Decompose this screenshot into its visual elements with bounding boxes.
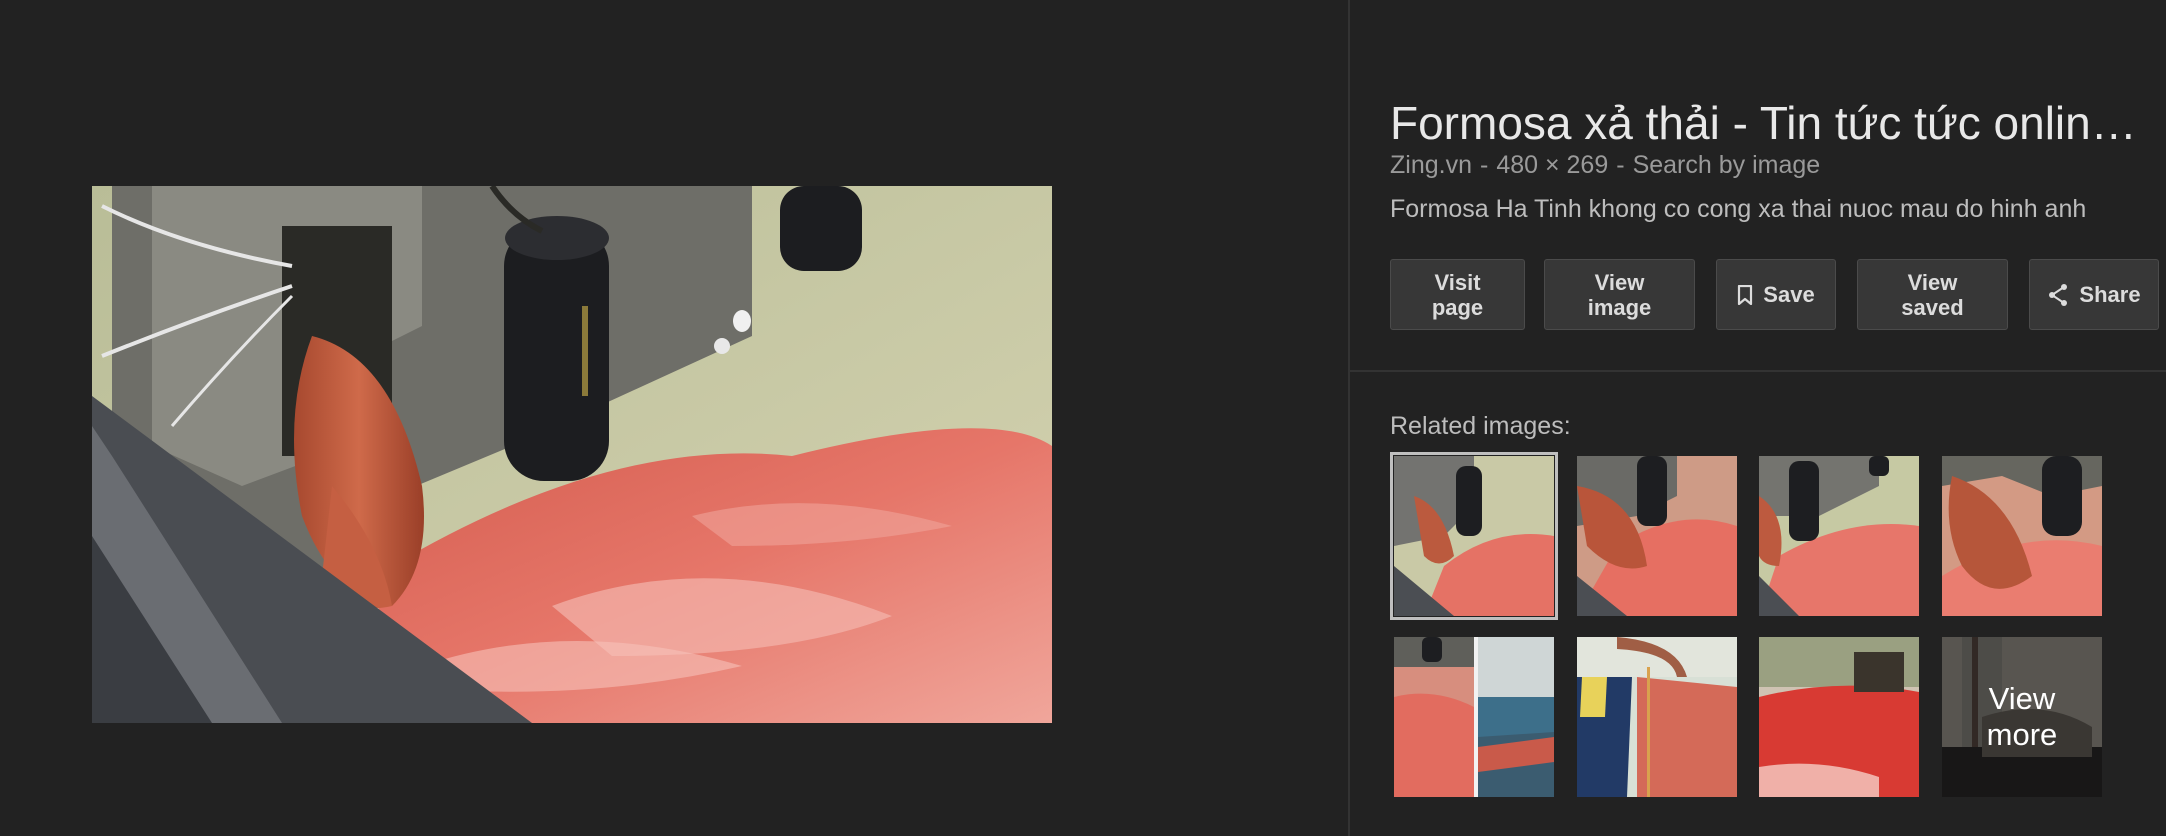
view-more-tile[interactable]: View more <box>1942 637 2102 797</box>
image-meta: Zing.vn -480 × 269- Search by image <box>1390 151 1820 181</box>
share-label: Share <box>2079 282 2141 307</box>
related-thumbnail[interactable] <box>1577 637 1737 797</box>
details-pane: Formosa xả thải - Tin tức tức online ...… <box>1350 0 2166 836</box>
preview-image[interactable] <box>92 186 1052 723</box>
red-discharge-photo <box>92 186 1052 723</box>
image-dimensions: 480 × 269 <box>1496 151 1609 179</box>
view-saved-label-2: saved <box>1901 294 1964 320</box>
thumbnail-image <box>1759 637 1919 797</box>
thumbnail-image <box>1394 456 1554 616</box>
view-saved-button[interactable]: View saved <box>1857 259 2008 330</box>
source-link[interactable]: Zing.vn <box>1390 151 1472 179</box>
view-more-label-2: more <box>1986 717 2058 752</box>
view-image-label-2: image <box>1587 294 1652 320</box>
view-image-button[interactable]: View image <box>1544 259 1695 330</box>
thumbnail-image <box>1759 456 1919 616</box>
visit-page-label-2: page <box>1431 294 1484 320</box>
preview-pane <box>0 0 1348 836</box>
related-thumbnail[interactable] <box>1394 637 1554 797</box>
related-thumbnail[interactable] <box>1942 456 2102 616</box>
view-more-label: View more <box>1942 637 2102 797</box>
related-thumbnail[interactable] <box>1759 637 1919 797</box>
related-thumbnail[interactable] <box>1759 456 1919 616</box>
thumbnail-image <box>1577 456 1737 616</box>
share-button[interactable]: Share <box>2029 259 2159 330</box>
save-button[interactable]: Save <box>1716 259 1836 330</box>
thumbnail-image <box>1394 637 1554 797</box>
meta-separator: - <box>1616 151 1625 179</box>
view-more-label-1: View <box>1988 681 2056 716</box>
image-title[interactable]: Formosa xả thải - Tin tức tức online ... <box>1390 96 2150 150</box>
section-divider <box>1350 370 2166 372</box>
visit-page-button[interactable]: Visit page <box>1390 259 1525 330</box>
save-label: Save <box>1763 282 1815 307</box>
search-by-image-link[interactable]: Search by image <box>1633 151 1821 179</box>
view-saved-label-1: View <box>1907 269 1958 295</box>
related-thumbnail-selected[interactable] <box>1390 452 1558 620</box>
thumbnail-image <box>1577 637 1737 797</box>
image-viewer: Formosa xả thải - Tin tức tức online ...… <box>0 0 2166 836</box>
visit-page-label-1: Visit <box>1434 269 1481 295</box>
meta-separator: - <box>1479 151 1489 179</box>
share-icon <box>2047 283 2069 307</box>
related-images-heading: Related images: <box>1390 412 1571 440</box>
view-image-label-1: View <box>1594 269 1645 295</box>
bookmark-icon <box>1737 284 1753 305</box>
thumbnail-image <box>1942 456 2102 616</box>
related-thumbnail[interactable] <box>1577 456 1737 616</box>
image-description: Formosa Ha Tinh khong co cong xa thai nu… <box>1390 195 2087 223</box>
